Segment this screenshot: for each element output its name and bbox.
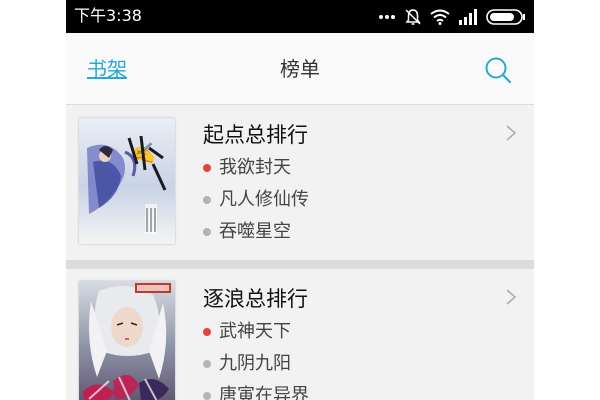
wifi-icon [430, 9, 450, 25]
book-name: 九阴九阳 [219, 353, 291, 374]
page-title: 榜单 [280, 57, 320, 81]
book-name: 武神天下 [219, 321, 291, 342]
rank-dot [203, 228, 211, 236]
rank-dot [203, 328, 211, 336]
ranking-title: 逐浪总排行 [203, 287, 308, 311]
ranking-card[interactable]: ✍ 起点总排行 我欲封天 凡人修仙传 吞噬星空 [66, 105, 534, 260]
mute-bell-icon [405, 9, 421, 25]
phone-screen: 下午3:38 书架 榜单 ✍ 起点总排行 我欲封天 凡人修仙传 吞噬星空 逐浪总… [66, 0, 534, 400]
book-name: 唐寅在异界 [219, 385, 309, 400]
book-name: 我欲封天 [219, 157, 291, 178]
book-item[interactable]: 我欲封天 [203, 152, 309, 184]
section-divider [66, 260, 534, 269]
rank-dot [203, 196, 211, 204]
rank-dot [203, 164, 211, 172]
book-item[interactable]: 武神天下 [203, 316, 309, 348]
book-name: 凡人修仙传 [219, 189, 309, 210]
book-cover-image: ✍ [79, 118, 175, 244]
battery-icon [486, 9, 525, 25]
book-list: 武神天下 九阴九阳 唐寅在异界 [203, 316, 309, 400]
book-cover-image [79, 281, 175, 400]
rank-dot [203, 392, 211, 400]
book-item[interactable]: 九阴九阳 [203, 348, 309, 380]
book-item[interactable]: 吞噬星空 [203, 216, 309, 248]
rank-dot [203, 360, 211, 368]
chevron-right-icon[interactable] [504, 287, 518, 307]
book-list: 我欲封天 凡人修仙传 吞噬星空 [203, 152, 309, 248]
nav-bar: 书架 榜单 [66, 33, 534, 105]
book-name: 吞噬星空 [219, 221, 291, 242]
ranking-title: 起点总排行 [203, 123, 308, 147]
signal-icon [459, 9, 477, 25]
status-time: 下午3:38 [74, 6, 142, 25]
book-item[interactable]: 凡人修仙传 [203, 184, 309, 216]
status-icons [378, 7, 526, 27]
search-icon[interactable] [483, 55, 513, 85]
more-dots-icon [379, 15, 395, 19]
status-bar: 下午3:38 [66, 0, 534, 33]
chevron-right-icon[interactable] [504, 123, 518, 143]
book-item[interactable]: 唐寅在异界 [203, 380, 309, 400]
ranking-card[interactable]: 逐浪总排行 武神天下 九阴九阳 唐寅在异界 [66, 269, 534, 400]
